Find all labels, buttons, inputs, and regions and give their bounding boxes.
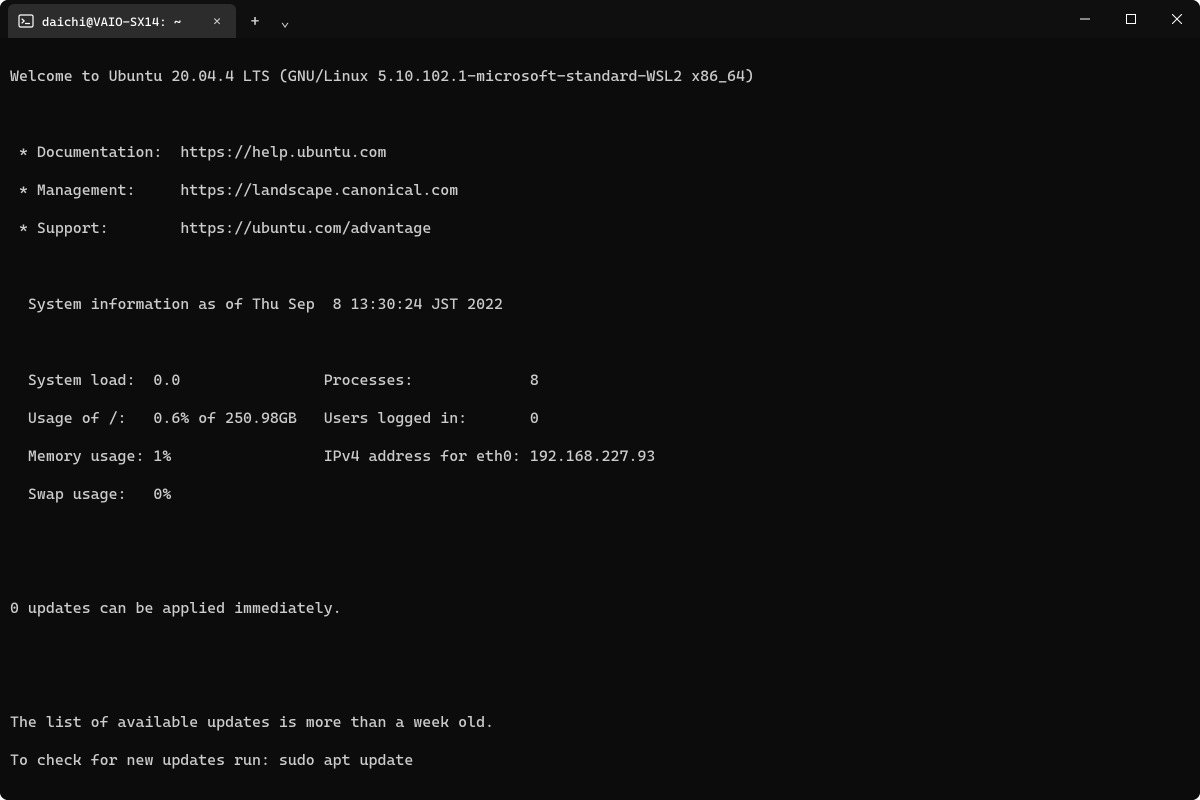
sysinfo-header: System information as of Thu Sep 8 13:30…: [10, 295, 1190, 314]
terminal-window: daichi@VAIO-SX14: ~ ✕ + ⌄: [0, 0, 1200, 800]
terminal-viewport[interactable]: Welcome to Ubuntu 20.04.4 LTS (GNU/Linux…: [0, 38, 1200, 800]
sysinfo-row3: Memory usage: 1% IPv4 address for eth0: …: [10, 447, 1190, 466]
motd-mgmt: * Management: https://landscape.canonica…: [10, 181, 1190, 200]
blank: [10, 523, 1190, 542]
sysinfo-row4: Swap usage: 0%: [10, 485, 1190, 504]
tabstrip-buttons: + ⌄: [236, 0, 300, 38]
blank: [10, 257, 1190, 276]
tab-active[interactable]: daichi@VAIO-SX14: ~ ✕: [8, 4, 236, 38]
motd-updates: 0 updates can be applied immediately.: [10, 599, 1190, 618]
close-icon: ✕: [213, 14, 221, 29]
blank: [10, 561, 1190, 580]
sysinfo-row2: Usage of /: 0.6% of 250.98GB Users logge…: [10, 409, 1190, 428]
tab-close-button[interactable]: ✕: [206, 10, 228, 32]
close-icon: [1172, 14, 1182, 24]
motd-welcome: Welcome to Ubuntu 20.04.4 LTS (GNU/Linux…: [10, 67, 1190, 86]
motd-stale1: The list of available updates is more th…: [10, 713, 1190, 732]
titlebar-drag-area[interactable]: [300, 0, 1062, 38]
maximize-button[interactable]: [1108, 0, 1154, 38]
plus-icon: +: [251, 12, 260, 30]
terminal-icon: [18, 13, 34, 29]
blank: [10, 789, 1190, 800]
tab-title: daichi@VAIO-SX14: ~: [42, 14, 206, 29]
motd-stale2: To check for new updates run: sudo apt u…: [10, 751, 1190, 770]
motd-support: * Support: https://ubuntu.com/advantage: [10, 219, 1190, 238]
window-controls: [1062, 0, 1200, 38]
blank: [10, 637, 1190, 656]
minimize-icon: [1080, 14, 1090, 24]
tab-dropdown-button[interactable]: ⌄: [270, 6, 300, 36]
maximize-icon: [1126, 14, 1136, 24]
sysinfo-row1: System load: 0.0 Processes: 8: [10, 371, 1190, 390]
blank: [10, 675, 1190, 694]
chevron-down-icon: ⌄: [280, 12, 289, 30]
titlebar: daichi@VAIO-SX14: ~ ✕ + ⌄: [0, 0, 1200, 38]
window-close-button[interactable]: [1154, 0, 1200, 38]
new-tab-button[interactable]: +: [240, 6, 270, 36]
motd-doc: * Documentation: https://help.ubuntu.com: [10, 143, 1190, 162]
blank: [10, 105, 1190, 124]
minimize-button[interactable]: [1062, 0, 1108, 38]
blank: [10, 333, 1190, 352]
